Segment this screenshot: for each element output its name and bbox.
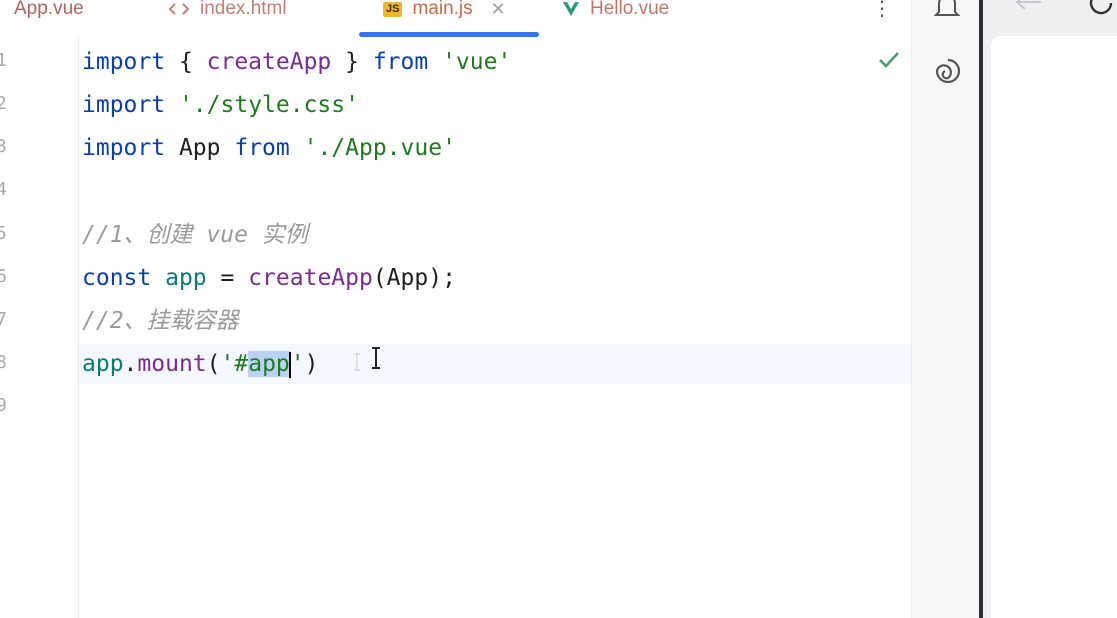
tab-label: main.js bbox=[412, 0, 473, 19]
tab-label: App.vue bbox=[14, 0, 84, 19]
ghost-ibeam-icon bbox=[352, 352, 362, 376]
tab-hello-vue[interactable]: Hello.vue bbox=[562, 0, 669, 24]
string: './style.css' bbox=[178, 92, 359, 118]
reload-icon[interactable] bbox=[1087, 0, 1117, 22]
line-number: 8 bbox=[0, 352, 7, 373]
html-icon bbox=[168, 1, 190, 17]
punct: App bbox=[165, 135, 235, 161]
code-line-3: import App from './App.vue' bbox=[82, 128, 456, 168]
right-tool-strip bbox=[911, 0, 980, 618]
active-tab-indicator bbox=[359, 32, 539, 37]
line-number: 9 bbox=[0, 395, 7, 416]
tab-label: index.html bbox=[200, 0, 287, 19]
bell-icon[interactable] bbox=[933, 0, 961, 24]
line-number: 2 bbox=[0, 93, 7, 114]
tab-label: Hello.vue bbox=[590, 0, 670, 19]
string: './App.vue' bbox=[303, 135, 456, 161]
js-icon: JS bbox=[383, 1, 403, 17]
code-line-1: import { createApp } from 'vue' bbox=[82, 42, 511, 82]
keyword: const bbox=[82, 265, 152, 291]
identifier: createApp bbox=[206, 49, 332, 75]
punct: (App); bbox=[372, 265, 456, 291]
vue-icon bbox=[562, 1, 580, 17]
back-arrow-icon[interactable] bbox=[1013, 0, 1043, 16]
string: '# bbox=[220, 351, 249, 377]
punct: { bbox=[165, 49, 207, 75]
code-line-5-comment: //1、创建 vue 实例 bbox=[82, 222, 308, 248]
identifier: createApp bbox=[248, 265, 373, 291]
code-line-2: import './style.css' bbox=[82, 85, 359, 125]
keyword: from bbox=[372, 49, 429, 75]
line-number: 3 bbox=[0, 136, 7, 157]
line-number: 6 bbox=[0, 266, 7, 287]
line-number: 4 bbox=[0, 179, 7, 200]
tab-index-html[interactable]: index.html bbox=[168, 0, 287, 24]
tab-app-vue[interactable]: App.vue bbox=[14, 0, 84, 24]
no-problems-check-icon[interactable] bbox=[878, 50, 900, 74]
ai-assistant-icon[interactable] bbox=[933, 56, 963, 90]
more-options-icon[interactable]: ⋮ bbox=[872, 0, 892, 20]
punct: ( bbox=[206, 351, 221, 377]
selected-text[interactable]: app bbox=[248, 351, 290, 377]
line-number: 7 bbox=[0, 309, 7, 330]
punct: . bbox=[123, 351, 138, 377]
code-line-7-comment: //2、挂载容器 bbox=[82, 308, 239, 334]
punct: ) bbox=[304, 351, 319, 377]
code-line-6: const app = createApp(App); bbox=[82, 258, 456, 298]
line-number: 5 bbox=[0, 223, 7, 244]
browser-page-content[interactable] bbox=[991, 36, 1117, 618]
mouse-ibeam-icon bbox=[370, 346, 382, 374]
line-number: 1 bbox=[0, 50, 7, 71]
punct: } bbox=[331, 49, 373, 75]
keyword: import bbox=[82, 135, 166, 161]
close-icon[interactable]: ✕ bbox=[491, 0, 506, 20]
code-editor[interactable]: import { createApp } from 'vue' import '… bbox=[79, 38, 911, 618]
identifier: mount bbox=[137, 351, 207, 377]
keyword: import bbox=[82, 92, 166, 118]
editor-tab-bar: App.vue index.html JS main.js ✕ Hello.vu… bbox=[0, 0, 911, 38]
line-number-gutter: 1 2 3 4 5 6 7 8 9 bbox=[0, 38, 79, 618]
code-line-8: app.mount('#app') bbox=[82, 344, 318, 384]
punct: = bbox=[206, 265, 249, 291]
tab-main-js[interactable]: JS main.js ✕ bbox=[383, 0, 506, 24]
js-badge: JS bbox=[383, 1, 403, 17]
string: ' bbox=[290, 351, 305, 377]
string: 'vue' bbox=[442, 49, 512, 75]
keyword: from bbox=[234, 135, 290, 161]
variable: app bbox=[82, 351, 124, 377]
keyword: import bbox=[82, 49, 166, 75]
variable: app bbox=[165, 265, 207, 291]
